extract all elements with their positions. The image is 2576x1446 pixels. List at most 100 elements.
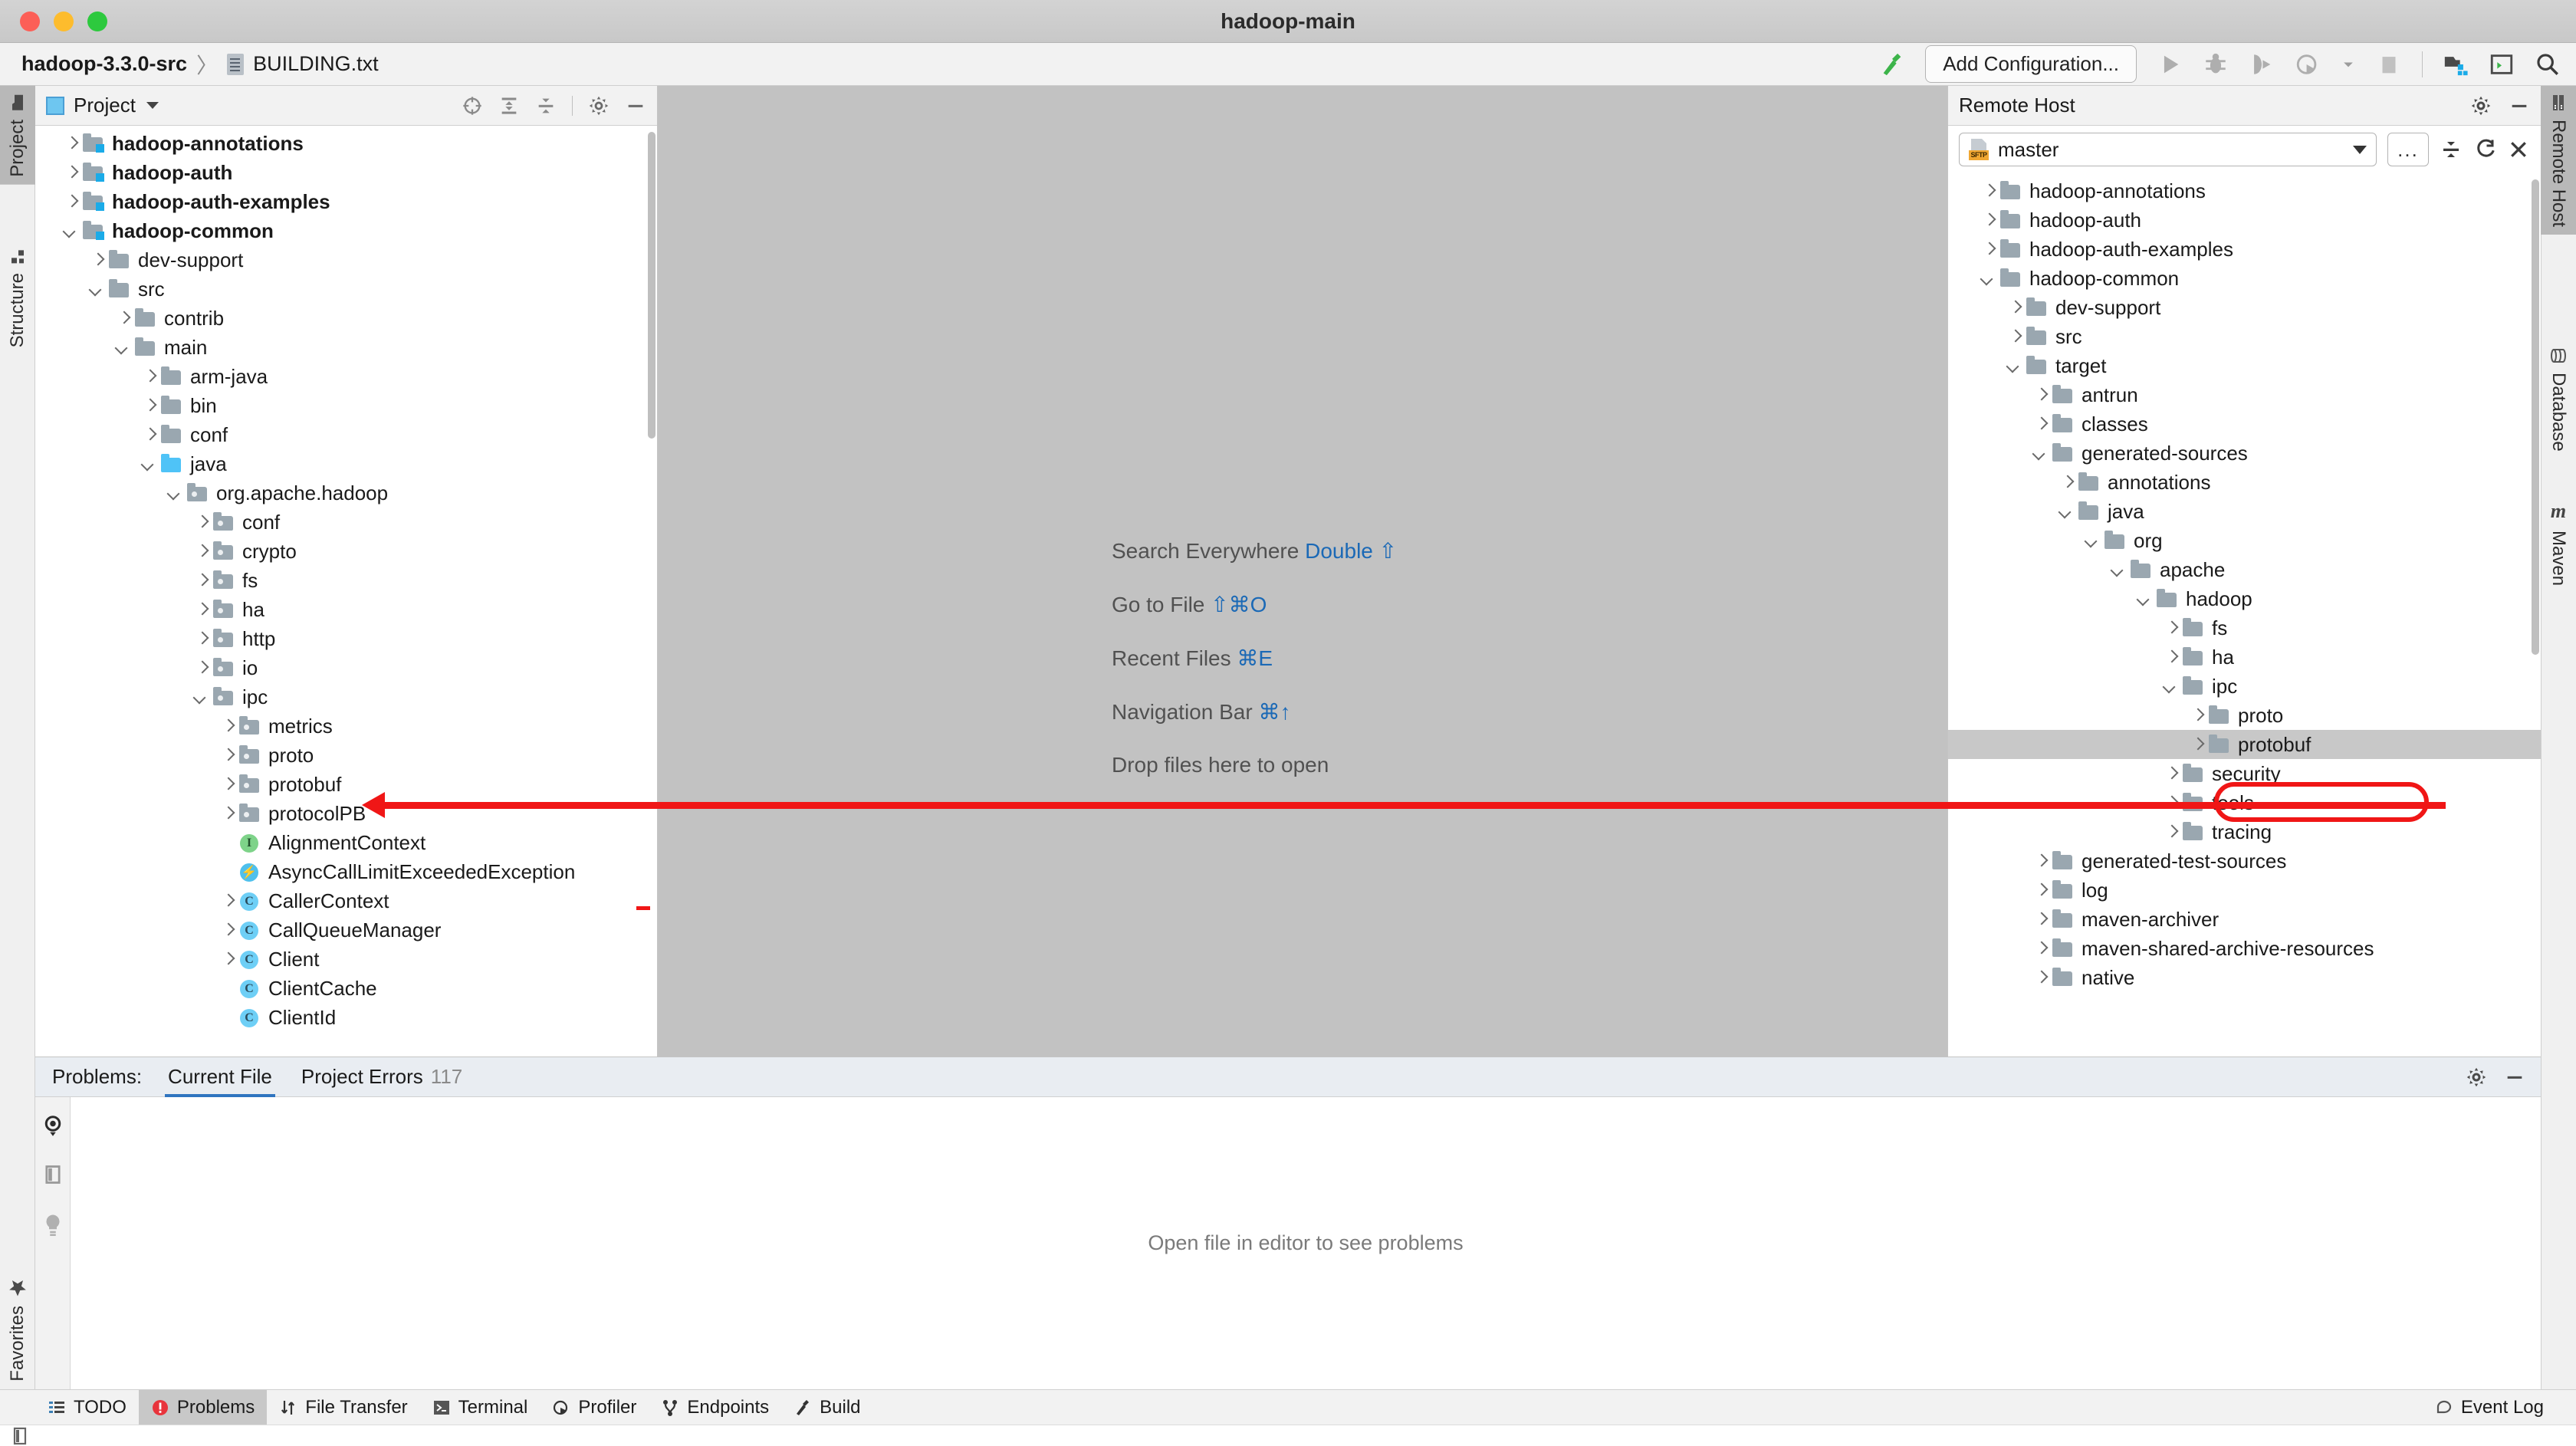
terminal-icon[interactable] [2489,51,2515,77]
chevron-right-icon[interactable] [2031,938,2051,958]
chevron-right-icon[interactable] [192,570,212,590]
hide-icon[interactable] [2504,1066,2525,1088]
chevron-right-icon[interactable] [61,163,81,182]
status-item-event-log[interactable]: Event Log [2423,1390,2556,1425]
tree-row[interactable]: contrib [35,304,657,333]
tree-row[interactable]: apache [1948,555,2541,584]
chevron-down-icon[interactable] [166,483,186,503]
tree-row[interactable]: fs [1948,613,2541,642]
hide-icon[interactable] [2509,95,2530,117]
chevron-right-icon[interactable] [1979,181,1999,201]
chevron-right-icon[interactable] [140,396,159,416]
collapse-all-icon[interactable] [535,95,557,117]
chevron-right-icon[interactable] [1979,210,1999,230]
preview-icon[interactable] [42,1163,64,1186]
run-icon[interactable] [2157,51,2183,77]
chevron-down-icon[interactable] [2031,443,2051,463]
run-with-coverage-icon[interactable] [2249,51,2275,77]
tree-row[interactable]: maven-shared-archive-resources [1948,934,2541,963]
chevron-down-icon[interactable] [61,221,81,241]
chevron-right-icon[interactable] [2161,647,2181,667]
refresh-icon[interactable] [2473,138,2496,161]
chevron-down-icon[interactable] [2353,145,2367,154]
tree-row[interactable]: bin [35,391,657,420]
preview-icon[interactable] [11,1426,29,1446]
chevron-right-icon[interactable] [113,308,133,328]
tree-row[interactable]: target [1948,351,2541,380]
search-icon[interactable] [2535,51,2561,77]
tree-row[interactable]: hadoop-auth-examples [35,187,657,216]
tree-row[interactable]: ha [35,595,657,624]
sidebar-item-project[interactable]: Project [0,86,35,185]
tree-row[interactable]: tools [1948,788,2541,817]
add-configuration-button[interactable]: Add Configuration... [1925,45,2137,83]
tree-row[interactable]: dev-support [1948,293,2541,322]
chevron-right-icon[interactable] [192,629,212,649]
chevron-down-icon[interactable] [2109,560,2129,580]
close-icon[interactable] [2507,138,2530,161]
chevron-down-icon[interactable] [1979,268,1999,288]
chevron-right-icon[interactable] [2161,822,2181,842]
tree-row[interactable]: conf [35,508,657,537]
tree-row[interactable]: C ClientId [35,1003,657,1032]
tree-row[interactable]: AsyncCallLimitExceededException [35,857,657,886]
tree-row[interactable]: crypto [35,537,657,566]
editor-empty-area[interactable]: Search Everywhere Double ⇧ Go to File ⇧⌘… [658,86,1947,1057]
chevron-right-icon[interactable] [192,658,212,678]
sidebar-item-favorites[interactable]: Favorites [0,1270,35,1389]
expand-all-icon[interactable] [498,95,520,117]
tree-row[interactable]: hadoop-common [1948,264,2541,293]
tree-row[interactable]: conf [35,420,657,449]
chevron-right-icon[interactable] [2057,472,2077,492]
chevron-down-icon[interactable] [87,279,107,299]
tree-row[interactable]: classes [1948,409,2541,439]
breadcrumb-file[interactable]: BUILDING.txt [253,52,379,76]
chevron-right-icon[interactable] [1979,239,1999,259]
tree-row[interactable]: security [1948,759,2541,788]
chevron-right-icon[interactable] [2161,618,2181,638]
tree-row[interactable]: java [1948,497,2541,526]
chevron-down-icon[interactable] [192,687,212,707]
chevron-down-icon[interactable] [2135,589,2155,609]
tree-row[interactable]: hadoop-annotations [1948,176,2541,205]
tree-row[interactable]: hadoop-common [35,216,657,245]
tree-row[interactable]: protobuf [1948,730,2541,759]
chevron-right-icon[interactable] [61,133,81,153]
hide-icon[interactable] [625,95,646,117]
tree-row[interactable]: antrun [1948,380,2541,409]
chevron-right-icon[interactable] [2005,297,2025,317]
tree-row[interactable]: java [35,449,657,478]
sidebar-item-database[interactable]: Database [2541,339,2576,459]
chevron-right-icon[interactable] [218,920,238,940]
chevron-right-icon[interactable] [2005,327,2025,347]
sidebar-item-maven[interactable]: m Maven [2541,492,2576,593]
status-item-profiler[interactable]: Profiler [540,1390,649,1425]
tree-row[interactable]: I AlignmentContext [35,828,657,857]
tree-row[interactable]: src [1948,322,2541,351]
breadcrumb[interactable]: hadoop-3.3.0-src 〉 BUILDING.txt [21,49,379,80]
tree-row[interactable]: annotations [1948,468,2541,497]
chevron-right-icon[interactable] [218,716,238,736]
tree-row[interactable]: ipc [1948,672,2541,701]
tree-row[interactable]: hadoop-auth [1948,205,2541,235]
eye-icon[interactable] [41,1114,64,1137]
tree-row[interactable]: hadoop-auth-examples [1948,235,2541,264]
tree-row[interactable]: http [35,624,657,653]
gear-icon[interactable] [2466,1066,2487,1088]
tab-current-file[interactable]: Current File [165,1057,275,1097]
tree-row[interactable]: src [35,274,657,304]
collapse-all-icon[interactable] [2440,138,2463,161]
debug-icon[interactable] [2203,51,2229,77]
breadcrumb-project[interactable]: hadoop-3.3.0-src [21,52,187,76]
chevron-right-icon[interactable] [2031,414,2051,434]
project-structure-icon[interactable] [2443,51,2469,77]
tab-project-errors[interactable]: Project Errors 117 [298,1057,465,1097]
status-item-build[interactable]: Build [781,1390,872,1425]
remote-host-tree[interactable]: hadoop-annotations hadoop-auth hadoop-auth… [1948,173,2541,1055]
scroll-from-source-icon[interactable] [462,95,483,117]
tree-row[interactable]: proto [1948,701,2541,730]
tree-row[interactable]: log [1948,876,2541,905]
tree-row[interactable]: maven-archiver [1948,905,2541,934]
tree-row[interactable]: ha [1948,642,2541,672]
chevron-right-icon[interactable] [218,774,238,794]
